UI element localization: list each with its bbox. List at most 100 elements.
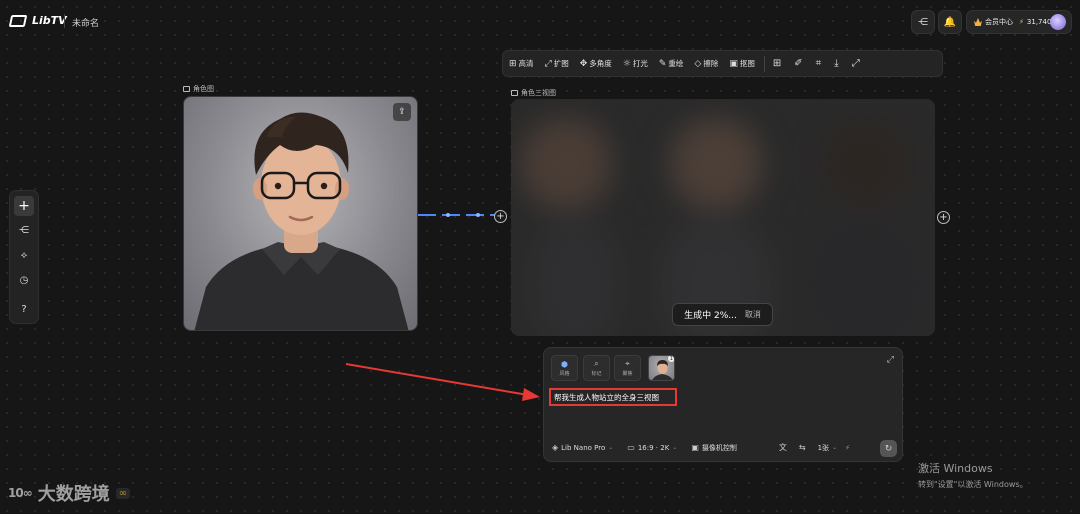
translate-button[interactable]: 文 (779, 442, 787, 453)
cost-indicator: ⚡ (845, 444, 850, 452)
document-title[interactable]: 未命名 (72, 16, 99, 29)
crown-icon (974, 18, 982, 26)
tool-light[interactable]: ☼ 打光 (623, 58, 648, 69)
crop-icon[interactable]: ⌗ (816, 58, 822, 69)
chevron-down-icon: ⌄ (608, 444, 614, 451)
tool-expand[interactable]: ⤢ 扩图 (545, 58, 569, 69)
image-toolbar: ⊞ 高清 ⤢ 扩图 ✥ 多角度 ☼ 打光 ✎ 重绘 ◇ 擦除 ▣ 抠图 ⊞ ✐ ⌗ ⤓ ⤢ (502, 50, 943, 77)
source-image[interactable]: ⇪ (183, 96, 418, 331)
grid-icon[interactable]: ⊞ (773, 58, 781, 69)
history-button[interactable]: ◷ (14, 270, 34, 290)
tool-cutout[interactable]: ▣ 抠图 (729, 58, 755, 69)
share-icon: ⋲ (918, 16, 928, 28)
chevron-down-icon: ⌄ (832, 444, 838, 451)
blurred-preview (511, 99, 935, 336)
tool-eraser[interactable]: ◇ 擦除 (694, 58, 718, 69)
workflow-button[interactable]: ⋲ (14, 220, 34, 240)
expand-image-icon: ⤢ (544, 58, 552, 69)
count-label: 1张 (817, 443, 830, 452)
eraser-icon: ◇ (694, 58, 702, 69)
clock-icon: ◷ (19, 274, 29, 286)
node-connector (418, 213, 502, 217)
logo-icon (8, 14, 28, 27)
redraw-icon: ✎ (658, 58, 667, 69)
cutout-icon: ▣ (729, 58, 738, 69)
reference-count-badge: 1 (668, 355, 674, 362)
annotation-arrow (345, 363, 540, 401)
focus-chip[interactable]: ⌖ 聚焦 (614, 355, 641, 381)
brand-watermark-text: 大数跨境 (37, 484, 110, 505)
generated-image-preview[interactable]: 生成中 2%... 取消 (511, 99, 935, 336)
upload-icon: ⇪ (398, 107, 406, 117)
title-divider (64, 14, 65, 28)
workflow-icon: ⋲ (19, 224, 29, 236)
help-button[interactable]: ? (14, 299, 34, 319)
user-avatar[interactable] (1050, 14, 1066, 30)
left-dock: + ⋲ ⟡ ◷ ? (9, 190, 39, 324)
mark-chip-label: 标记 (591, 371, 602, 377)
prompt-panel: ⬢ 风格 ⌕ 标记 ⌖ 聚焦 1 ⤢ 帮我生成人物站立的全身三视图 ◈ Lib … (543, 347, 903, 462)
download-icon[interactable]: ⤓ (834, 58, 838, 69)
reference-thumbnail[interactable]: 1 (648, 355, 675, 381)
windows-watermark-line2: 转到"设置"以激活 Windows。 (918, 480, 1028, 489)
generation-options: ◈ Lib Nano Pro ⌄ ▭ 16:9 · 2K ⌄ ▣ 摄像机控制 文… (552, 442, 894, 453)
camera-control-button[interactable]: ▣ 摄像机控制 (691, 443, 737, 453)
output-port[interactable]: + (937, 211, 950, 224)
brush-icon[interactable]: ✐ (794, 58, 802, 69)
style-chip-label: 风格 (559, 370, 570, 377)
fullscreen-icon[interactable]: ⤢ (852, 58, 860, 69)
plus-icon: + (18, 198, 30, 214)
windows-watermark-line1: 激活 Windows (918, 462, 993, 475)
generate-button[interactable]: ↻ (880, 440, 897, 457)
toolbar-divider (763, 55, 765, 72)
credits-count: 31,740 (1026, 18, 1052, 26)
input-port[interactable]: + (494, 210, 507, 223)
expand-icon[interactable]: ⤢ (887, 355, 894, 365)
member-label: 会员中心 (985, 18, 1013, 26)
tool-hd[interactable]: ⊞ 高清 (509, 58, 534, 69)
bell-icon: 🔔 (943, 16, 957, 28)
source-node-label: 角色图 (183, 84, 214, 94)
app-logo[interactable]: LibTV (8, 14, 67, 27)
style-chip[interactable]: ⬢ 风格 (551, 355, 578, 381)
aspect-select[interactable]: ▭ 16:9 · 2K ⌄ (627, 443, 677, 452)
generation-progress: 生成中 2%... 取消 (672, 303, 773, 326)
infinity-icon: ∞ (115, 487, 131, 499)
tool-multi-angle[interactable]: ✥ 多角度 (580, 58, 612, 69)
notification-button[interactable]: 🔔 (938, 10, 962, 34)
upload-button[interactable]: ⇪ (393, 103, 411, 121)
cancel-button[interactable]: 取消 (745, 309, 761, 320)
tool-eraser-label: 擦除 (703, 59, 719, 68)
aspect-label: 16:9 · 2K (637, 443, 670, 452)
tool-light-label: 打光 (632, 59, 648, 68)
plus-icon: + (496, 210, 505, 222)
generated-node-title: 角色三视图 (521, 89, 556, 97)
assets-button[interactable]: ⟡ (14, 245, 34, 265)
add-node-button[interactable]: + (14, 196, 34, 216)
member-center-button[interactable]: 会员中心 ⚡ 31,740 (966, 10, 1072, 34)
model-select[interactable]: ◈ Lib Nano Pro ⌄ (552, 443, 613, 452)
image-icon (511, 90, 518, 96)
focus-icon: ⌖ (625, 359, 630, 368)
hd-icon: ⊞ (509, 58, 517, 69)
progress-text: 生成中 2%... (684, 311, 737, 321)
share-button[interactable]: ⋲ (911, 10, 935, 34)
focus-chip-label: 聚焦 (622, 371, 633, 377)
tool-redraw[interactable]: ✎ 重绘 (659, 58, 684, 69)
brand-watermark: 10∞ 大数跨境 ∞ (8, 480, 131, 506)
prompt-input[interactable]: 帮我生成人物站立的全身三视图 (549, 388, 677, 406)
generated-node-label: 角色三视图 (511, 88, 556, 98)
settings-button[interactable]: ⇆ (799, 443, 806, 452)
brand-logo-icon: 10∞ (8, 486, 33, 500)
windows-activation-watermark: 激活 Windows 转到"设置"以激活 Windows。 (918, 460, 1028, 490)
tool-expand-label: 扩图 (553, 59, 569, 68)
style-icon: ⬢ (561, 359, 568, 369)
shapes-icon: ⟡ (20, 249, 28, 261)
mark-chip[interactable]: ⌕ 标记 (583, 355, 610, 381)
mark-icon: ⌕ (594, 359, 599, 368)
app-name: LibTV (32, 14, 67, 27)
sliders-icon: ⇆ (798, 443, 806, 452)
spinner-icon: ↻ (884, 443, 893, 454)
character-portrait (194, 112, 409, 330)
count-select[interactable]: 1张 ⌄ (818, 443, 838, 453)
